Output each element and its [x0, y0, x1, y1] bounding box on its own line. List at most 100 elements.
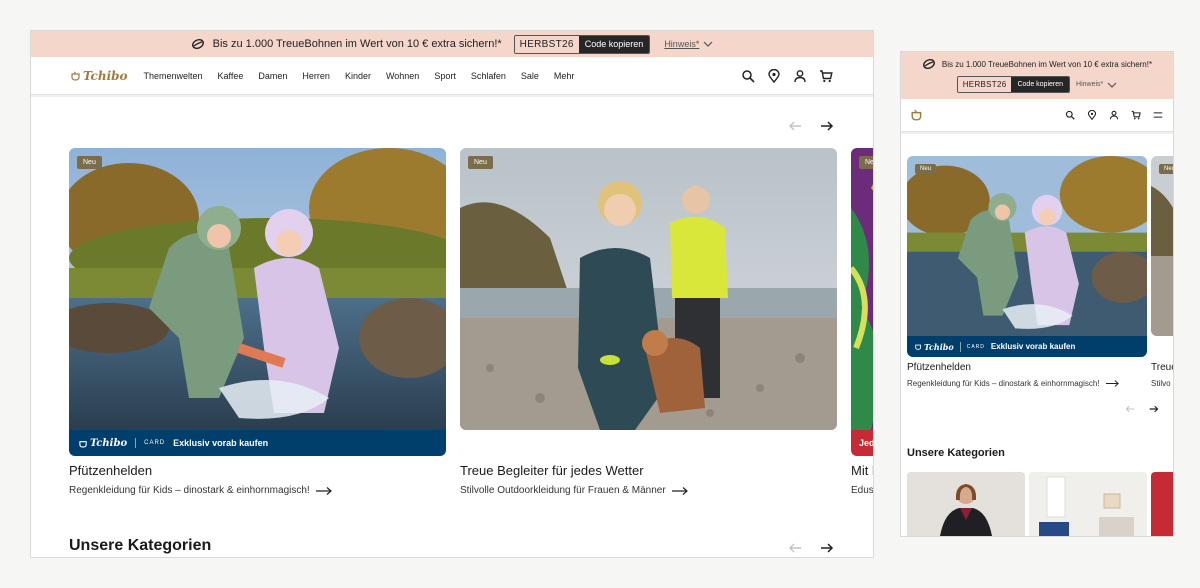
hint-label: Hinweis*: [1076, 81, 1104, 88]
tchibo-card-strip: Tchibo CARD Exklusiv vorab kaufen: [907, 336, 1147, 357]
tchibo-logo[interactable]: Tchibo: [71, 69, 136, 83]
category-tile-women[interactable]: [907, 472, 1025, 536]
categories-title: Unsere Kategorien: [69, 537, 212, 554]
hint-link[interactable]: Hinweis*: [1076, 81, 1117, 88]
nav-menu: Themenwelten Kaffee Damen Herren Kinder …: [136, 71, 582, 81]
search-icon[interactable]: [1065, 110, 1075, 120]
arrow-right-icon[interactable]: [820, 541, 834, 555]
tchibo-logo-icon: [71, 71, 80, 81]
card-title: Treue Begleiter für jedes Wetter: [460, 463, 644, 478]
mobile-navigation: [901, 99, 1173, 132]
nav-divider: [31, 95, 873, 97]
chevron-down-icon: [703, 41, 713, 47]
promo-code-box: HERBST26 Code kopieren: [513, 34, 651, 54]
tchibo-card-strip: Tchibo CARD Exklusiv vorab kaufen: [69, 430, 446, 456]
promo-code-row: HERBST26 Code kopieren Hinweis*: [956, 76, 1118, 93]
strip-separator: [135, 438, 137, 448]
hint-label: Hinweis*: [664, 39, 700, 49]
chevron-down-icon: [1107, 82, 1117, 88]
nav-item-sale[interactable]: Sale: [513, 71, 546, 81]
nav-item-themenwelten[interactable]: Themenwelten: [136, 71, 210, 81]
teaser-image-colorful: Ne: [851, 148, 873, 430]
new-badge: Neu: [1159, 164, 1173, 174]
tchibo-logo-icon: [79, 440, 87, 448]
card-subtitle: Stilvo: [1151, 379, 1171, 388]
promo-text: Bis zu 1.000 TreueBohnen im Wert von 10 …: [941, 59, 1153, 69]
carousel-arrows: [788, 119, 834, 133]
promo-bar: Bis zu 1.000 TreueBohnen im Wert von 10 …: [901, 52, 1173, 99]
hamburger-menu-icon[interactable]: [1153, 110, 1163, 120]
strip-card-label: CARD: [144, 440, 166, 446]
nav-item-kaffee[interactable]: Kaffee: [210, 71, 251, 81]
card-subtitle: Regenkleidung für Kids – dinostark & ein…: [69, 485, 310, 496]
card-title: Pfützenhelden: [69, 463, 153, 478]
coffee-bean-icon: [191, 38, 205, 50]
teaser-image-kids-puddle: Neu: [69, 148, 446, 430]
arrow-right-icon: [315, 486, 332, 495]
strip-exclusive-text: Exklusiv vorab kaufen: [990, 342, 1076, 351]
arrow-left-icon[interactable]: [1125, 404, 1135, 414]
tchibo-logo-icon: [915, 344, 922, 350]
teaser-card-partial[interactable]: Ne Jed Mit l Eduso: [851, 148, 874, 496]
category-tile-partial[interactable]: [1151, 472, 1173, 536]
tchibo-logo-icon[interactable]: [911, 109, 923, 121]
card-title: Pfützenhelden: [907, 362, 971, 373]
arrow-right-icon: [671, 486, 688, 495]
mobile-carousel-arrows: [1125, 404, 1159, 414]
copy-code-button[interactable]: Code kopieren: [578, 35, 650, 53]
search-icon[interactable]: [741, 69, 755, 83]
teaser-image-beach-walk: Neu: [1151, 156, 1173, 336]
promo-code-box: HERBST26 Code kopieren: [956, 76, 1071, 93]
new-badge: Neu: [915, 164, 937, 174]
card-subtitle-link[interactable]: Stilvolle Outdoorkleidung für Frauen & M…: [460, 485, 837, 496]
mobile-teaser-card-pfuetzenhelden[interactable]: Neu Tchibo CARD Exklusiv vorab kaufen Pf…: [907, 156, 1147, 388]
nav-item-herren[interactable]: Herren: [295, 71, 338, 81]
copy-code-button[interactable]: Code kopieren: [1011, 77, 1070, 92]
location-pin-icon[interactable]: [767, 68, 781, 83]
nav-item-mehr[interactable]: Mehr: [546, 71, 582, 81]
nav-item-kinder[interactable]: Kinder: [337, 71, 378, 81]
hint-link[interactable]: Hinweis*: [664, 39, 713, 49]
category-carousel-arrows: [788, 541, 834, 555]
card-subtitle-link[interactable]: Regenkleidung für Kids – dinostark & ein…: [69, 485, 446, 496]
desktop-viewport: Bis zu 1.000 TreueBohnen im Wert von 10 …: [30, 30, 874, 558]
user-account-icon[interactable]: [793, 69, 807, 83]
card-subtitle: Regenkleidung für Kids – dinostark & ein…: [907, 379, 1100, 388]
arrow-right-icon[interactable]: [1149, 404, 1159, 414]
user-account-icon[interactable]: [1109, 110, 1119, 120]
promo-code: HERBST26: [957, 77, 1012, 92]
categories-title: Unsere Kategorien: [907, 447, 1005, 459]
arrow-right-icon[interactable]: [820, 119, 834, 133]
mobile-viewport: Bis zu 1.000 TreueBohnen im Wert von 10 …: [900, 51, 1174, 537]
strip-exclusive-text: Exklusiv vorab kaufen: [173, 438, 269, 448]
category-tile-living[interactable]: [1029, 472, 1147, 536]
coffee-bean-icon: [922, 58, 936, 70]
strip-logo-text: Tchibo: [90, 437, 128, 449]
shopping-cart-icon[interactable]: [1131, 110, 1141, 120]
strip-card-label: CARD: [966, 343, 985, 350]
mobile-teaser-card-partial[interactable]: Neu Treue Stilvo: [1151, 156, 1173, 388]
shopping-cart-icon[interactable]: [819, 69, 833, 83]
nav-item-wohnen[interactable]: Wohnen: [378, 71, 426, 81]
arrow-left-icon[interactable]: [788, 119, 802, 133]
card-subtitle-link[interactable]: Regenkleidung für Kids – dinostark & ein…: [907, 379, 1147, 388]
nav-item-damen[interactable]: Damen: [251, 71, 295, 81]
nav-item-schlafen[interactable]: Schlafen: [463, 71, 513, 81]
main-navigation: Tchibo Themenwelten Kaffee Damen Herren …: [31, 57, 873, 95]
arrow-left-icon[interactable]: [788, 541, 802, 555]
promo-row: Bis zu 1.000 TreueBohnen im Wert von 10 …: [922, 58, 1152, 70]
card-title: Mit l: [851, 463, 874, 478]
location-pin-icon[interactable]: [1087, 110, 1097, 120]
teaser-image-kids-puddle: Neu: [907, 156, 1147, 336]
card-title: Treue: [1151, 362, 1173, 373]
teaser-card-pfuetzenhelden[interactable]: Neu Tchibo CARD Exklusiv vorab kaufen Pf…: [69, 148, 446, 496]
teaser-card-outdoor[interactable]: Neu Treue Begleiter für jedes Wetter Sti…: [460, 148, 837, 496]
promo-strip-red: Jed: [851, 430, 874, 456]
arrow-right-icon: [1105, 380, 1119, 387]
nav-item-sport[interactable]: Sport: [427, 71, 464, 81]
new-badge: Neu: [77, 156, 102, 169]
nav-divider: [901, 132, 1173, 134]
strip-text: Jed: [859, 438, 874, 448]
tchibo-card-logo: Tchibo: [915, 342, 954, 352]
new-badge: Neu: [468, 156, 493, 169]
